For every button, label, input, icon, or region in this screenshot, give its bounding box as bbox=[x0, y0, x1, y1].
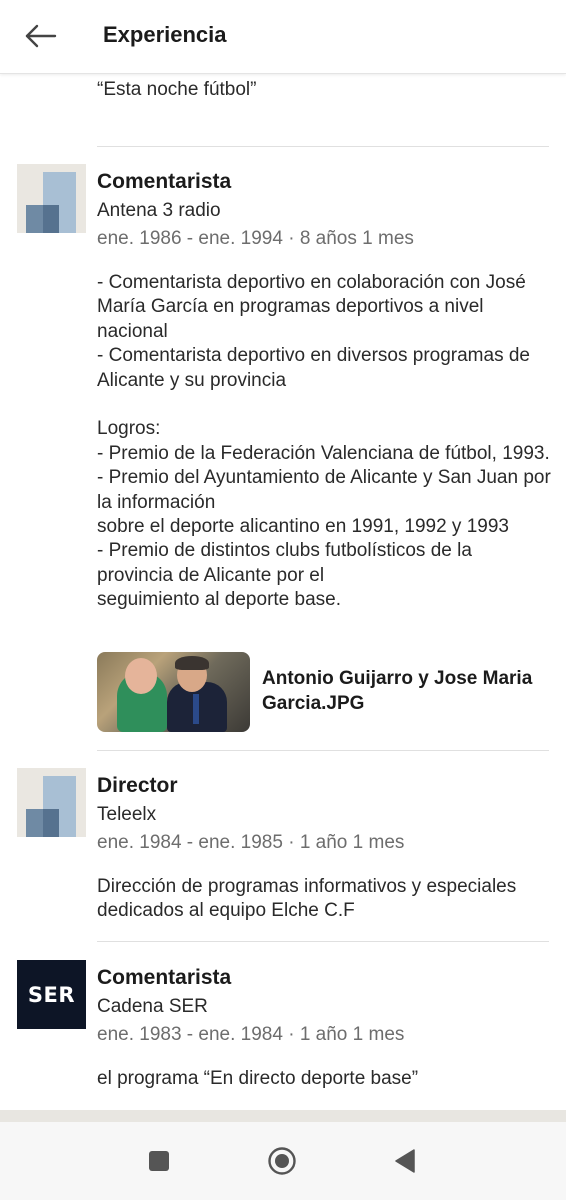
role-title: Director bbox=[97, 774, 178, 797]
company-name: Antena 3 radio bbox=[97, 200, 221, 221]
recent-apps-button[interactable] bbox=[142, 1144, 176, 1178]
system-navigation-bar bbox=[0, 1122, 566, 1200]
role-title: Comentarista bbox=[97, 966, 232, 989]
section-separator bbox=[0, 1110, 566, 1122]
experience-entry-antena3[interactable]: Comentarista Antena 3 radio ene. 1986 - … bbox=[0, 164, 566, 754]
company-logo-placeholder bbox=[17, 164, 86, 233]
media-thumbnail bbox=[97, 652, 250, 732]
divider bbox=[97, 941, 549, 942]
ser-logo-text: SER bbox=[27, 982, 76, 1007]
company-logo-placeholder bbox=[17, 768, 86, 837]
top-app-bar: Experiencia bbox=[0, 0, 566, 74]
role-title: Comentarista bbox=[97, 170, 232, 193]
home-icon bbox=[268, 1147, 296, 1175]
home-button[interactable] bbox=[265, 1144, 299, 1178]
role-description: el programa “En directo deporte base” bbox=[97, 1068, 419, 1089]
back-button[interactable] bbox=[20, 18, 60, 54]
back-triangle-icon bbox=[395, 1149, 415, 1173]
company-name: Teleelx bbox=[97, 804, 157, 825]
partial-entry-description: Dirección y presentación del programa de… bbox=[97, 74, 506, 100]
divider bbox=[97, 146, 549, 147]
experience-entry-teleelx[interactable]: Director Teleelx ene. 1984 - ene. 1985 ·… bbox=[0, 768, 566, 928]
divider bbox=[97, 750, 549, 751]
date-range: ene. 1986 - ene. 1994 · 8 años 1 mes bbox=[97, 228, 414, 249]
recent-apps-icon bbox=[149, 1151, 169, 1171]
role-description: Dirección de programas informativos y es… bbox=[97, 876, 517, 922]
media-attachment[interactable]: Antonio Guijarro y Jose Maria Garcia.JPG bbox=[97, 652, 557, 732]
arrow-left-icon bbox=[25, 24, 57, 48]
company-name: Cadena SER bbox=[97, 996, 208, 1017]
media-title: Antonio Guijarro y Jose Maria Garcia.JPG bbox=[262, 668, 533, 714]
experience-entry-cadena-ser[interactable]: SER Comentarista Cadena SER ene. 1983 - … bbox=[0, 960, 566, 1100]
role-description: - Comentarista deportivo en colaboración… bbox=[97, 272, 551, 611]
company-logo-ser: SER bbox=[17, 960, 86, 1029]
page-title: Experiencia bbox=[103, 22, 227, 47]
date-range: ene. 1983 - ene. 1984 · 1 año 1 mes bbox=[97, 1024, 405, 1045]
system-back-button[interactable] bbox=[388, 1144, 422, 1178]
experience-list[interactable]: Dirección y presentación del programa de… bbox=[0, 74, 566, 1110]
date-range: ene. 1984 - ene. 1985 · 1 año 1 mes bbox=[97, 832, 405, 853]
